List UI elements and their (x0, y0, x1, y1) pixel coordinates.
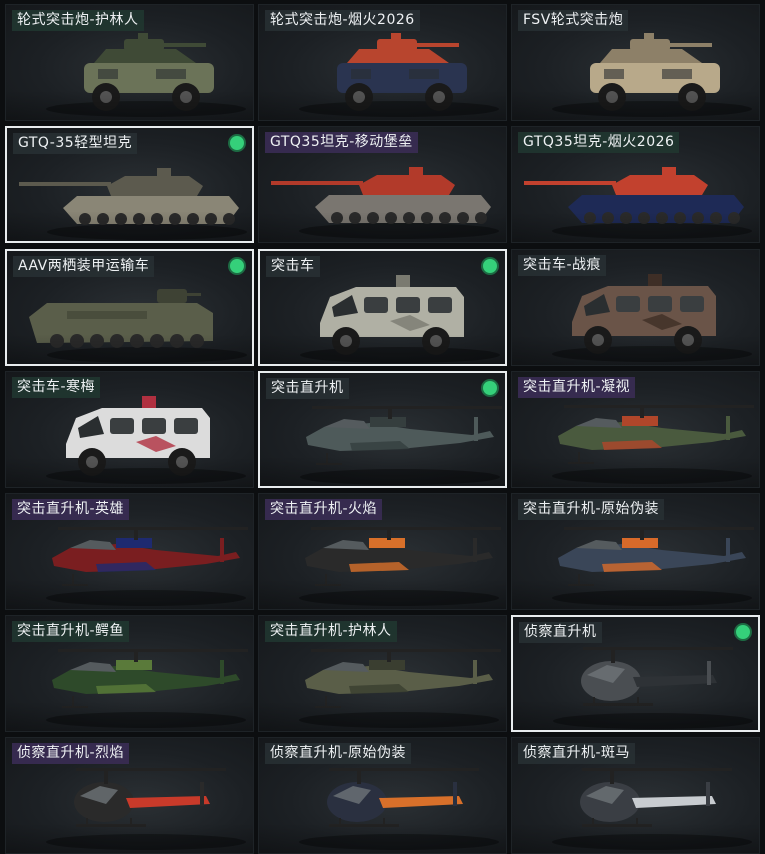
vehicle-name-label: 突击直升机-凝视 (518, 377, 636, 398)
equipped-indicator-icon (736, 625, 750, 639)
vehicle-name-label: 轮式突击炮-烟火2026 (265, 10, 420, 31)
vehicle-card[interactable]: AAV两栖装甲运输车 (5, 249, 254, 366)
card-floor-shade (512, 579, 759, 609)
card-floor-shade (6, 823, 253, 853)
vehicle-name-label: 突击直升机-鳄鱼 (12, 621, 130, 642)
card-floor-shade (512, 335, 759, 365)
vehicle-card[interactable]: 轮式突击炮-护林人 (5, 4, 254, 121)
equipped-indicator-icon (230, 136, 244, 150)
equipped-indicator-icon (483, 381, 497, 395)
vehicle-card[interactable]: 突击车 (258, 249, 507, 366)
vehicle-name-label: FSV轮式突击炮 (518, 10, 629, 31)
card-floor-shade (260, 456, 505, 486)
vehicle-card[interactable]: 突击直升机-英雄 (5, 493, 254, 610)
card-floor-shade (7, 334, 252, 364)
vehicle-card[interactable]: 突击直升机-鳄鱼 (5, 615, 254, 732)
vehicle-name-label: 突击直升机-火焰 (265, 499, 383, 520)
vehicle-card[interactable]: FSV轮式突击炮 (511, 4, 760, 121)
card-floor-shade (6, 579, 253, 609)
card-floor-shade (513, 700, 758, 730)
vehicle-card[interactable]: 侦察直升机-原始伪装 (258, 737, 507, 854)
vehicle-card[interactable]: 侦察直升机-斑马 (511, 737, 760, 854)
vehicle-name-label: 突击直升机-原始伪装 (518, 499, 665, 520)
vehicle-name-label: 轮式突击炮-护林人 (12, 10, 144, 31)
vehicle-card[interactable]: GTQ-35轻型坦克 (5, 126, 254, 243)
card-floor-shade (512, 457, 759, 487)
card-floor-shade (6, 457, 253, 487)
card-floor-shade (259, 579, 506, 609)
card-floor-shade (259, 90, 506, 120)
vehicle-card[interactable]: GTQ35坦克-烟火2026 (511, 126, 760, 243)
vehicle-card[interactable]: 突击直升机-火焰 (258, 493, 507, 610)
vehicle-name-label: GTQ35坦克-移动堡垒 (265, 132, 418, 153)
card-floor-shade (259, 212, 506, 242)
card-floor-shade (260, 334, 505, 364)
vehicle-name-label: 突击车-战痕 (518, 255, 607, 276)
vehicle-name-label: 突击直升机-英雄 (12, 499, 130, 520)
vehicle-name-label: GTQ-35轻型坦克 (13, 133, 138, 154)
card-floor-shade (512, 90, 759, 120)
vehicle-name-label: 突击车-寒梅 (12, 377, 101, 398)
vehicle-card[interactable]: GTQ35坦克-移动堡垒 (258, 126, 507, 243)
vehicle-card[interactable]: 轮式突击炮-烟火2026 (258, 4, 507, 121)
vehicle-skin-grid: 轮式突击炮-护林人 轮式突击炮-烟火2026 FSV轮式突击炮 GTQ-35轻型… (0, 0, 765, 854)
vehicle-card[interactable]: 突击车-寒梅 (5, 371, 254, 488)
vehicle-card[interactable]: 突击直升机-护林人 (258, 615, 507, 732)
vehicle-name-label: 侦察直升机-斑马 (518, 743, 636, 764)
card-floor-shade (512, 212, 759, 242)
card-floor-shade (259, 701, 506, 731)
card-floor-shade (6, 90, 253, 120)
vehicle-name-label: 侦察直升机-烈焰 (12, 743, 130, 764)
card-floor-shade (512, 823, 759, 853)
vehicle-name-label: 突击直升机 (266, 378, 349, 399)
vehicle-card[interactable]: 突击直升机-凝视 (511, 371, 760, 488)
vehicle-name-label: AAV两栖装甲运输车 (13, 256, 155, 277)
vehicle-name-label: GTQ35坦克-烟火2026 (518, 132, 680, 153)
vehicle-name-label: 突击直升机-护林人 (265, 621, 397, 642)
vehicle-name-label: 突击车 (266, 256, 320, 277)
vehicle-card[interactable]: 侦察直升机-烈焰 (5, 737, 254, 854)
equipped-indicator-icon (230, 259, 244, 273)
card-floor-shade (6, 701, 253, 731)
card-floor-shade (259, 823, 506, 853)
equipped-indicator-icon (483, 259, 497, 273)
vehicle-card[interactable]: 突击车-战痕 (511, 249, 760, 366)
vehicle-card[interactable]: 突击直升机-原始伪装 (511, 493, 760, 610)
vehicle-card[interactable]: 突击直升机 (258, 371, 507, 488)
vehicle-name-label: 侦察直升机-原始伪装 (265, 743, 412, 764)
vehicle-card[interactable]: 侦察直升机 (511, 615, 760, 732)
card-floor-shade (7, 211, 252, 241)
vehicle-name-label: 侦察直升机 (519, 622, 602, 643)
